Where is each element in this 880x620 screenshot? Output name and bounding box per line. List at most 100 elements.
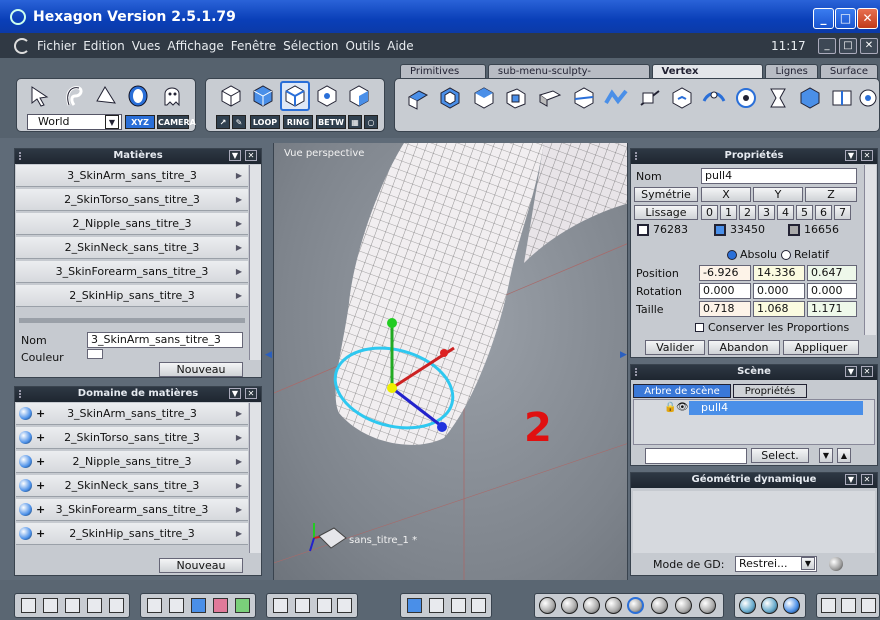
left-panel-collapse-icon[interactable]: ◀ [265, 350, 273, 360]
size-z-field[interactable]: 1.171 [807, 301, 857, 317]
absolute-radio[interactable] [727, 250, 737, 260]
relative-radio[interactable] [781, 250, 791, 260]
panel-grip-icon[interactable] [19, 390, 24, 398]
textured-sphere-icon[interactable] [627, 597, 644, 614]
menu-edition[interactable]: Edition [83, 39, 125, 53]
cancel-button[interactable]: Abandon [708, 340, 780, 355]
more-tools-icon[interactable] [855, 85, 880, 111]
domain-scrollbar[interactable] [249, 403, 261, 553]
rotation-y-field[interactable]: 0.000 [753, 283, 805, 299]
layout-single-icon[interactable] [109, 598, 124, 613]
menu-selection[interactable]: Sélection [283, 39, 338, 53]
tab-vertex-modeling[interactable]: Vertex modeling [651, 64, 764, 91]
smoothing-level-button[interactable]: 5 [796, 205, 813, 220]
layout-h-icon[interactable] [87, 598, 102, 613]
smoothing-level-button[interactable]: 6 [815, 205, 832, 220]
smoothing-level-button[interactable]: 2 [739, 205, 756, 220]
symmetry-x-button[interactable]: X [701, 187, 751, 202]
materials-new-button[interactable]: Nouveau [159, 362, 243, 377]
grid-icon[interactable] [147, 598, 162, 613]
validate-button[interactable]: Valider [645, 340, 705, 355]
panel-grip-icon[interactable] [19, 152, 24, 160]
render-settings-icon[interactable] [861, 598, 876, 613]
chevron-down-icon[interactable]: ▼ [105, 115, 119, 129]
material-list-item[interactable]: 2_SkinNeck_sans_titre_3 ▶ [16, 237, 248, 259]
domain-plus-icon[interactable]: + [36, 451, 45, 472]
select-arrow-icon[interactable] [27, 83, 53, 109]
domain-sphere-icon[interactable] [19, 407, 32, 420]
menu-aide[interactable]: Aide [387, 39, 414, 53]
domain-sphere-icon[interactable] [19, 431, 32, 444]
smooth-tool-icon[interactable] [733, 85, 759, 111]
scene-search-input[interactable] [645, 448, 747, 464]
panel-close-icon[interactable]: ✕ [861, 474, 873, 485]
chamfer-tool-icon[interactable] [471, 85, 497, 111]
domain-list-item[interactable]: +3_SkinForearm_sans_titre_3 ▶ [16, 499, 248, 521]
domain-list-item[interactable]: +2_SkinHip_sans_titre_3 ▶ [16, 523, 248, 545]
domain-list-item[interactable]: +2_SkinNeck_sans_titre_3 ▶ [16, 475, 248, 497]
position-x-field[interactable]: -6.926 [699, 265, 751, 281]
panel-collapse-icon[interactable]: ▼ [845, 474, 857, 485]
object-name-field[interactable]: pull4 [701, 168, 857, 184]
panel-collapse-icon[interactable]: ▼ [845, 150, 857, 161]
bevel-tool-icon[interactable] [437, 85, 463, 111]
tab-scene-properties[interactable]: Propriétés [733, 384, 807, 398]
properties-scrollbar[interactable] [864, 165, 876, 335]
domain-plus-icon[interactable]: + [36, 523, 45, 544]
domain-list-item[interactable]: +2_SkinTorso_sans_titre_3 ▶ [16, 427, 248, 449]
material-list-item[interactable]: 2_SkinTorso_sans_titre_3 ▶ [16, 189, 248, 211]
panel-collapse-icon[interactable]: ▼ [229, 388, 241, 399]
pan-icon[interactable] [295, 598, 310, 613]
thickness-tool-icon[interactable] [537, 85, 563, 111]
materials-scrollbar[interactable] [249, 165, 261, 360]
domain-list-item[interactable]: +2_Nipple_sans_titre_3 ▶ [16, 451, 248, 473]
environment-sphere-icon[interactable] [761, 597, 778, 614]
vertex-mode-icon[interactable] [314, 83, 340, 109]
universal-manipulator-icon[interactable] [407, 598, 422, 613]
flip-tool-icon[interactable] [829, 85, 855, 111]
glossy-sphere-icon[interactable] [699, 597, 716, 614]
symmetry-y-button[interactable]: Y [753, 187, 803, 202]
minimize-button[interactable]: _ [813, 8, 834, 29]
rotation-x-field[interactable]: 0.000 [699, 283, 751, 299]
scene-item-pull4[interactable]: pull4 [689, 401, 863, 415]
size-x-field[interactable]: 0.718 [699, 301, 751, 317]
gd-sphere-icon[interactable] [829, 557, 843, 571]
close-button[interactable]: ✕ [857, 8, 878, 29]
flat-sphere-icon[interactable] [583, 597, 600, 614]
panel-collapse-icon[interactable]: ▼ [845, 366, 857, 377]
grid-select-icon[interactable]: ▦ [348, 115, 362, 129]
tab-lignes[interactable]: Lignes [765, 64, 818, 79]
size-y-field[interactable]: 1.068 [753, 301, 805, 317]
magnet-icon[interactable] [169, 598, 184, 613]
layout-quad-icon[interactable] [21, 598, 36, 613]
domain-sphere-icon[interactable] [19, 455, 32, 468]
eye-icon[interactable]: 👁 [676, 402, 689, 413]
ring-button[interactable]: RING [283, 115, 313, 129]
domain-new-button[interactable]: Nouveau [159, 558, 243, 573]
fold-tool-icon[interactable] [603, 85, 629, 111]
extrude-tool-icon[interactable] [405, 85, 431, 111]
position-y-field[interactable]: 14.336 [753, 265, 805, 281]
domain-plus-icon[interactable]: + [36, 475, 45, 496]
duplicate-tool-icon[interactable] [669, 85, 695, 111]
smoothing-button[interactable]: Lissage [634, 205, 698, 220]
rotation-z-field[interactable]: 0.000 [807, 283, 857, 299]
panel-close-icon[interactable]: ✕ [245, 388, 257, 399]
mesh-render[interactable] [274, 143, 628, 580]
smooth-sphere-icon[interactable] [605, 597, 622, 614]
view-eye-icon[interactable] [337, 598, 352, 613]
layout-triple-icon[interactable] [65, 598, 80, 613]
material-list-item[interactable]: 2_SkinHip_sans_titre_3 ▶ [16, 285, 248, 307]
face-select-icon[interactable] [93, 83, 119, 109]
ghost-select-icon[interactable] [159, 83, 185, 109]
betw-button[interactable]: BETW [316, 115, 346, 129]
panel-collapse-icon[interactable]: ▼ [229, 150, 241, 161]
domain-list-item[interactable]: +3_SkinArm_sans_titre_3 ▶ [16, 403, 248, 425]
xyz-button[interactable]: XYZ [125, 115, 155, 129]
menu-affichage[interactable]: Affichage [167, 39, 223, 53]
edge-mode-icon[interactable] [280, 81, 310, 111]
lasso-select-icon[interactable] [61, 83, 87, 109]
smoothing-level-button[interactable]: 0 [701, 205, 718, 220]
align-tool-icon[interactable] [797, 85, 823, 111]
